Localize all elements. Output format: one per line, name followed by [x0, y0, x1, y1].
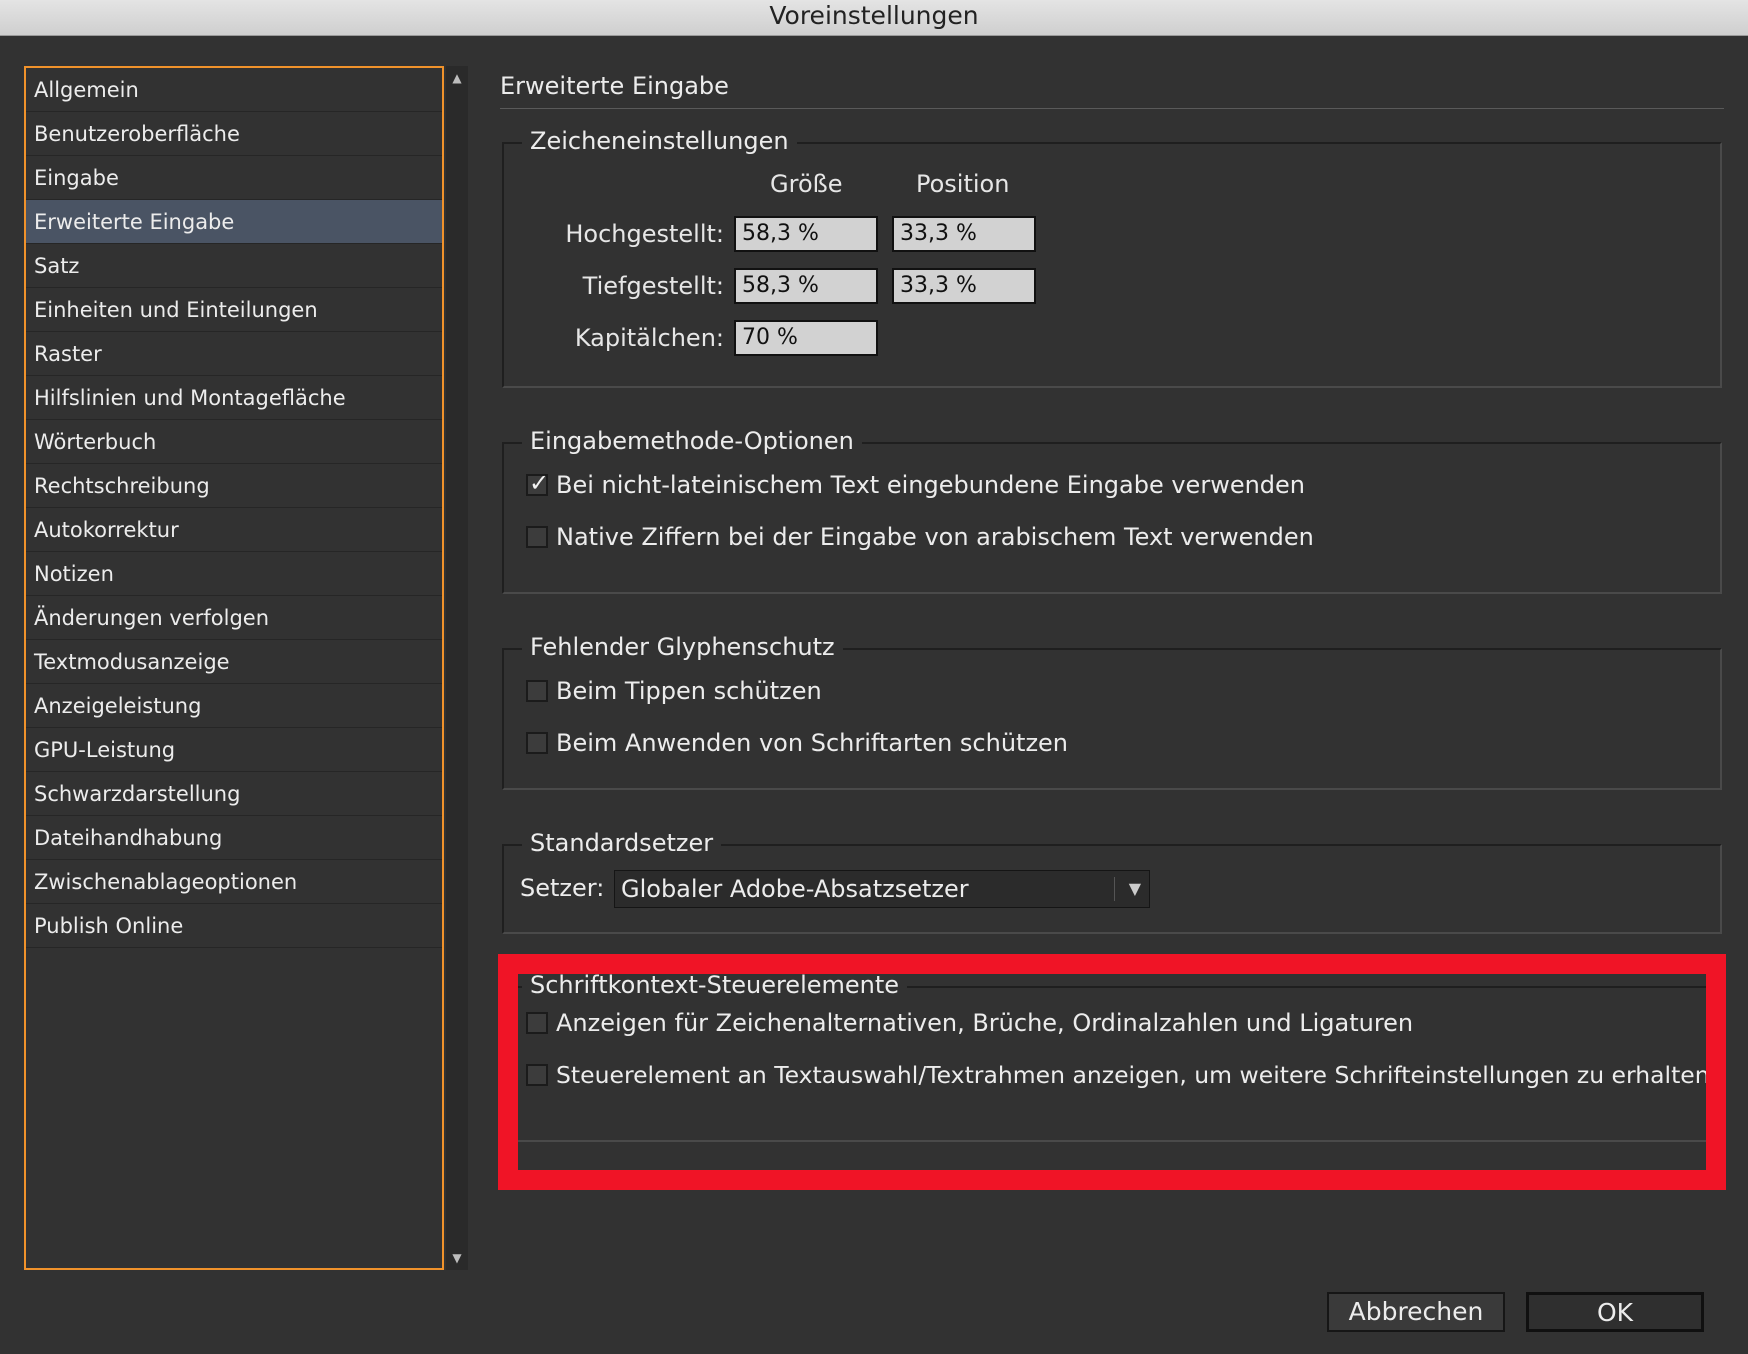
sidebar-item-allgemein[interactable]: Allgemein: [26, 68, 442, 112]
sidebar-item-zwischenablage[interactable]: Zwischenablageoptionen: [26, 860, 442, 904]
sidebar-item-autokorrektur[interactable]: Autokorrektur: [26, 508, 442, 552]
char-settings-group: Zeicheneinstellungen Größe Position Hoch…: [502, 126, 1722, 388]
protect-fonts-label: Beim Anwenden von Schriftarten schützen: [556, 729, 1069, 757]
protect-fonts-checkbox[interactable]: [526, 732, 548, 754]
sidebar-item-hilfslinien[interactable]: Hilfslinien und Montagefläche: [26, 376, 442, 420]
small-caps-size-field[interactable]: 70 %: [734, 320, 878, 356]
sidebar-item-schwarzdarstellung[interactable]: Schwarzdarstellung: [26, 772, 442, 816]
chevron-down-icon[interactable]: ▼: [1129, 871, 1141, 907]
position-column-header: Position: [916, 170, 1010, 198]
sidebar-item-aenderungen[interactable]: Änderungen verfolgen: [26, 596, 442, 640]
sidebar-scrollbar[interactable]: ▲ ▼: [446, 66, 468, 1270]
scroll-down-arrow-icon[interactable]: ▼: [446, 1248, 468, 1268]
superscript-size-field[interactable]: 58,3 %: [734, 216, 878, 252]
panel-title: Erweiterte Eingabe: [500, 72, 729, 100]
glyph-protection-legend: Fehlender Glyphenschutz: [522, 632, 843, 662]
show-alternates-option[interactable]: Anzeigen für Zeichenalternativen, Brüche…: [526, 1008, 1413, 1038]
subscript-label: Tiefgestellt:: [582, 272, 724, 300]
char-settings-legend: Zeicheneinstellungen: [522, 126, 797, 156]
sidebar-item-gpu[interactable]: GPU-Leistung: [26, 728, 442, 772]
size-column-header: Größe: [770, 170, 843, 198]
show-alternates-label: Anzeigen für Zeichenalternativen, Brüche…: [556, 1009, 1414, 1037]
show-selection-control-checkbox[interactable]: [526, 1064, 548, 1086]
sidebar-item-rechtschreibung[interactable]: Rechtschreibung: [26, 464, 442, 508]
checkmark-icon: ✓: [529, 469, 550, 497]
composer-select[interactable]: Globaler Adobe-Absatzsetzer ▼: [614, 870, 1150, 908]
native-digits-option[interactable]: Native Ziffern bei der Eingabe von arabi…: [526, 522, 1314, 552]
sidebar-item-einheiten[interactable]: Einheiten und Einteilungen: [26, 288, 442, 332]
sidebar-item-benutzeroberflaeche[interactable]: Benutzeroberfläche: [26, 112, 442, 156]
show-selection-control-label: Steuerelement an Textauswahl/Textrahmen …: [556, 1061, 1710, 1089]
sidebar-item-erweiterte-eingabe[interactable]: Erweiterte Eingabe: [26, 200, 442, 244]
input-method-group: Eingabemethode-Optionen ✓ Bei nicht-late…: [502, 426, 1722, 594]
cancel-button[interactable]: Abbrechen: [1327, 1292, 1505, 1332]
composer-label: Setzer:: [520, 874, 605, 902]
ok-button[interactable]: OK: [1526, 1292, 1704, 1332]
sidebar-item-notizen[interactable]: Notizen: [26, 552, 442, 596]
superscript-label: Hochgestellt:: [565, 220, 724, 248]
glyph-protection-group: Fehlender Glyphenschutz Beim Tippen schü…: [502, 632, 1722, 790]
select-divider: [1114, 877, 1115, 901]
superscript-position-field[interactable]: 33,3 %: [892, 216, 1036, 252]
inline-input-label: Bei nicht-lateinischem Text eingebundene…: [556, 471, 1306, 499]
protect-typing-label: Beim Tippen schützen: [556, 677, 822, 705]
contextual-controls-legend: Schriftkontext-Steuerelemente: [522, 970, 908, 1000]
subscript-size-field[interactable]: 58,3 %: [734, 268, 878, 304]
sidebar-item-raster[interactable]: Raster: [26, 332, 442, 376]
composer-group: Standardsetzer Setzer: Globaler Adobe-Ab…: [502, 828, 1722, 934]
sidebar-item-publish-online[interactable]: Publish Online: [26, 904, 442, 948]
sidebar-item-textmodus[interactable]: Textmodusanzeige: [26, 640, 442, 684]
contextual-controls-group: Schriftkontext-Steuerelemente Anzeigen f…: [502, 970, 1722, 1142]
native-digits-label: Native Ziffern bei der Eingabe von arabi…: [556, 523, 1314, 551]
sidebar-item-woerterbuch[interactable]: Wörterbuch: [26, 420, 442, 464]
show-alternates-checkbox[interactable]: [526, 1012, 548, 1034]
protect-typing-option[interactable]: Beim Tippen schützen: [526, 676, 822, 706]
sidebar-item-eingabe[interactable]: Eingabe: [26, 156, 442, 200]
composer-legend: Standardsetzer: [522, 828, 722, 858]
composer-select-value: Globaler Adobe-Absatzsetzer: [621, 875, 969, 903]
sidebar-item-satz[interactable]: Satz: [26, 244, 442, 288]
inline-input-checkbox[interactable]: ✓: [526, 469, 549, 497]
title-divider: [500, 108, 1724, 109]
subscript-position-field[interactable]: 33,3 %: [892, 268, 1036, 304]
scroll-up-arrow-icon[interactable]: ▲: [446, 68, 468, 88]
inline-input-option[interactable]: ✓ Bei nicht-lateinischem Text eingebunde…: [526, 469, 1306, 500]
sidebar-item-dateihandhabung[interactable]: Dateihandhabung: [26, 816, 442, 860]
category-list[interactable]: Allgemein Benutzeroberfläche Eingabe Erw…: [24, 66, 444, 1270]
native-digits-checkbox[interactable]: [526, 526, 548, 548]
sidebar-item-anzeigeleistung[interactable]: Anzeigeleistung: [26, 684, 442, 728]
protect-typing-checkbox[interactable]: [526, 680, 548, 702]
protect-fonts-option[interactable]: Beim Anwenden von Schriftarten schützen: [526, 728, 1068, 758]
small-caps-label: Kapitälchen:: [574, 324, 724, 352]
input-method-legend: Eingabemethode-Optionen: [522, 426, 862, 456]
window-title: Voreinstellungen: [0, 0, 1748, 36]
show-selection-control-option[interactable]: Steuerelement an Textauswahl/Textrahmen …: [526, 1060, 1710, 1090]
